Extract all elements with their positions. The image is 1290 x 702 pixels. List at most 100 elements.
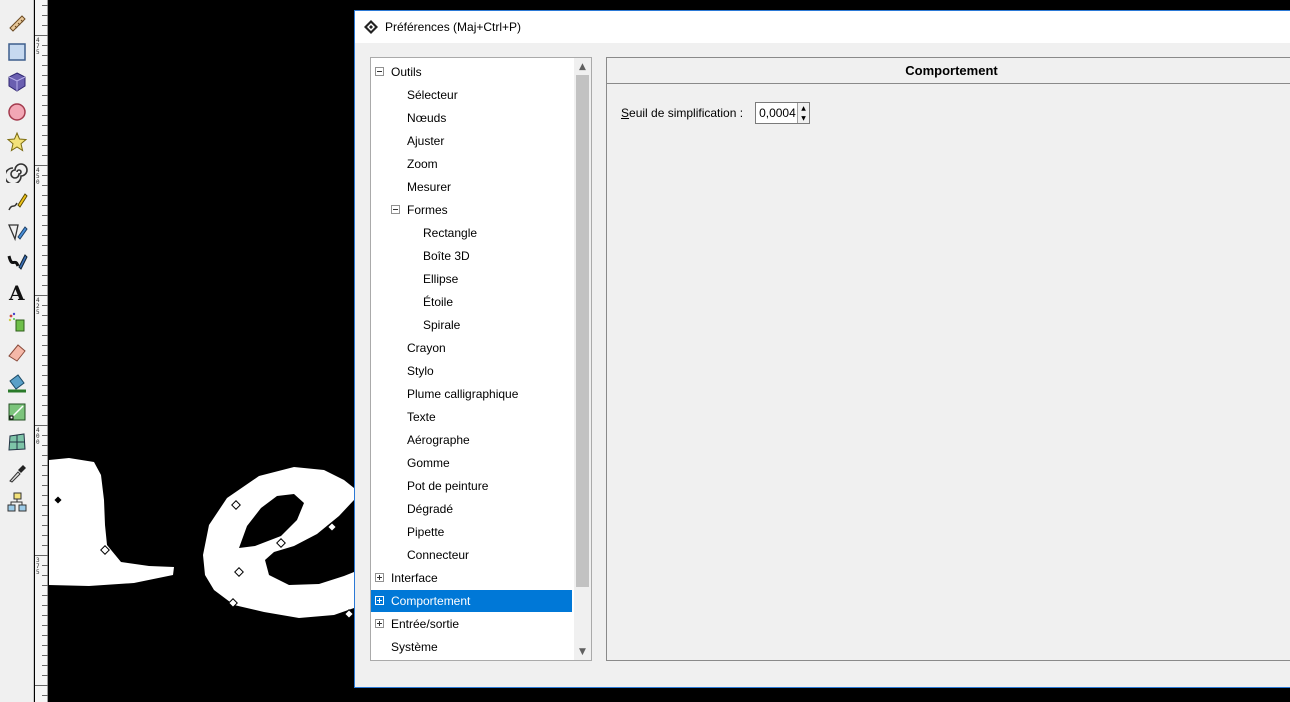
collapse-icon[interactable] xyxy=(391,205,400,214)
ruler-tick xyxy=(42,435,48,436)
dialog-titlebar[interactable]: Préférences (Maj+Ctrl+P) xyxy=(355,11,1290,43)
drawing-canvas[interactable] xyxy=(49,0,354,702)
canvas-drawing xyxy=(49,458,354,619)
tree-item[interactable]: Boîte 3D xyxy=(371,245,574,267)
expand-icon[interactable] xyxy=(375,573,384,582)
paint-bucket-tool-icon[interactable] xyxy=(5,370,29,394)
ruler-tick xyxy=(42,655,48,656)
ruler-tick xyxy=(42,205,48,206)
star-tool-icon[interactable] xyxy=(5,130,29,154)
tree-item[interactable]: Plume calligraphique xyxy=(371,383,574,405)
mesh-tool-icon[interactable] xyxy=(5,430,29,454)
simplify-threshold-input[interactable] xyxy=(756,103,799,123)
tree-item[interactable]: Spirale xyxy=(371,314,574,336)
tree-item[interactable]: Stylo xyxy=(371,360,574,382)
measure-tool-icon[interactable] xyxy=(5,10,29,34)
ruler-label: 4 0 0 xyxy=(36,427,40,446)
ruler-tick xyxy=(42,475,48,476)
spin-up-icon[interactable]: ▲ xyxy=(797,103,810,113)
tree-item[interactable]: Gomme xyxy=(371,452,574,474)
tree-item[interactable]: Crayon xyxy=(371,337,574,359)
tree-item-label: Comportement xyxy=(391,594,471,608)
dropper-tool-icon[interactable] xyxy=(5,460,29,484)
calligraphy-tool-icon[interactable] xyxy=(5,250,29,274)
spray-tool-icon[interactable] xyxy=(5,310,29,334)
tree-item[interactable]: Comportement xyxy=(371,590,572,612)
scroll-up-icon[interactable]: ▲ xyxy=(574,58,591,75)
tree-item[interactable]: Mesurer xyxy=(371,176,574,198)
ruler-tick xyxy=(42,15,48,16)
ruler-tick xyxy=(42,335,48,336)
tree-item[interactable]: Outils xyxy=(371,61,574,83)
tree-item[interactable]: Connecteur xyxy=(371,544,574,566)
tree-item-label: Entrée/sortie xyxy=(391,617,460,631)
scroll-down-icon[interactable]: ▼ xyxy=(574,643,591,660)
simplify-threshold-spinbox[interactable]: ▲ ▼ xyxy=(755,102,811,124)
scroll-thumb[interactable] xyxy=(576,75,589,587)
ruler-tick xyxy=(42,545,48,546)
pencil-tool-icon[interactable] xyxy=(5,190,29,214)
ruler-tick xyxy=(42,505,48,506)
tree-item[interactable]: Interface xyxy=(371,567,574,589)
tree-item[interactable]: Texte xyxy=(371,406,574,428)
ruler-tick xyxy=(42,415,48,416)
ruler-label: 4 2 5 xyxy=(36,297,40,316)
spin-down-icon[interactable]: ▼ xyxy=(797,113,810,123)
expand-icon[interactable] xyxy=(375,619,384,628)
tree-item-label: Dégradé xyxy=(407,502,454,516)
gradient-tool-icon[interactable] xyxy=(5,400,29,424)
tree-item[interactable]: Ellipse xyxy=(371,268,574,290)
ruler-label: 3 7 5 xyxy=(36,557,40,576)
ellipse-tool-icon[interactable] xyxy=(5,100,29,124)
expand-icon[interactable] xyxy=(375,596,384,605)
ruler-tick xyxy=(42,455,48,456)
tree-item-label: Nœuds xyxy=(407,111,447,125)
tree-item-label: Stylo xyxy=(407,364,434,378)
tree-item[interactable]: Ajuster xyxy=(371,130,574,152)
simplify-threshold-row: Seuil de simplification : ▲ ▼ xyxy=(621,102,811,124)
tree-item-label: Sélecteur xyxy=(407,88,458,102)
tree-item[interactable]: Nœuds xyxy=(371,107,574,129)
tree-item-label: Système xyxy=(391,640,438,654)
tree-item[interactable]: Rectangle xyxy=(371,222,574,244)
tree-item[interactable]: Système xyxy=(371,636,574,658)
tree-item[interactable]: Pot de peinture xyxy=(371,475,574,497)
ruler-tick xyxy=(42,5,48,6)
ruler-tick xyxy=(42,385,48,386)
pen-tool-icon[interactable] xyxy=(5,220,29,244)
ruler-tick xyxy=(42,315,48,316)
ruler-tick xyxy=(42,535,48,536)
tree-item[interactable]: Pipette xyxy=(371,521,574,543)
tree-item-label: Plume calligraphique xyxy=(407,387,519,401)
tree-item[interactable]: Dégradé xyxy=(371,498,574,520)
ruler-tick xyxy=(42,365,48,366)
tool-palette: A xyxy=(0,0,34,702)
ruler-tick xyxy=(42,345,48,346)
tree-item-label: Étoile xyxy=(423,295,454,309)
spiral-tool-icon[interactable] xyxy=(5,160,29,184)
tree-item-label: Pipette xyxy=(407,525,445,539)
tree-item[interactable]: Zoom xyxy=(371,153,574,175)
tree-item[interactable]: Formes xyxy=(371,199,574,221)
eraser-tool-icon[interactable] xyxy=(5,340,29,364)
tree-item[interactable]: Étoile xyxy=(371,291,574,313)
tree-item-label: Spirale xyxy=(423,318,461,332)
tree-item[interactable]: Entrée/sortie xyxy=(371,613,574,635)
tree-item-label: Crayon xyxy=(407,341,446,355)
ruler-tick xyxy=(42,225,48,226)
ruler-tick xyxy=(35,425,48,426)
tree-item[interactable]: Sélecteur xyxy=(371,84,574,106)
ruler-tick xyxy=(35,165,48,166)
tree-item-label: Pot de peinture xyxy=(407,479,489,493)
connector-tool-icon[interactable] xyxy=(5,490,29,514)
tree-item[interactable]: Aérographe xyxy=(371,429,574,451)
ruler-tick xyxy=(42,585,48,586)
tree-item-label: Texte xyxy=(407,410,436,424)
3d-box-tool-icon[interactable] xyxy=(5,70,29,94)
text-tool-icon[interactable]: A xyxy=(5,280,29,304)
ruler-tick xyxy=(42,405,48,406)
rectangle-tool-icon[interactable] xyxy=(5,40,29,64)
ruler-tick xyxy=(42,235,48,236)
tree-scrollbar[interactable]: ▲ ▼ xyxy=(574,58,591,660)
collapse-icon[interactable] xyxy=(375,67,384,76)
